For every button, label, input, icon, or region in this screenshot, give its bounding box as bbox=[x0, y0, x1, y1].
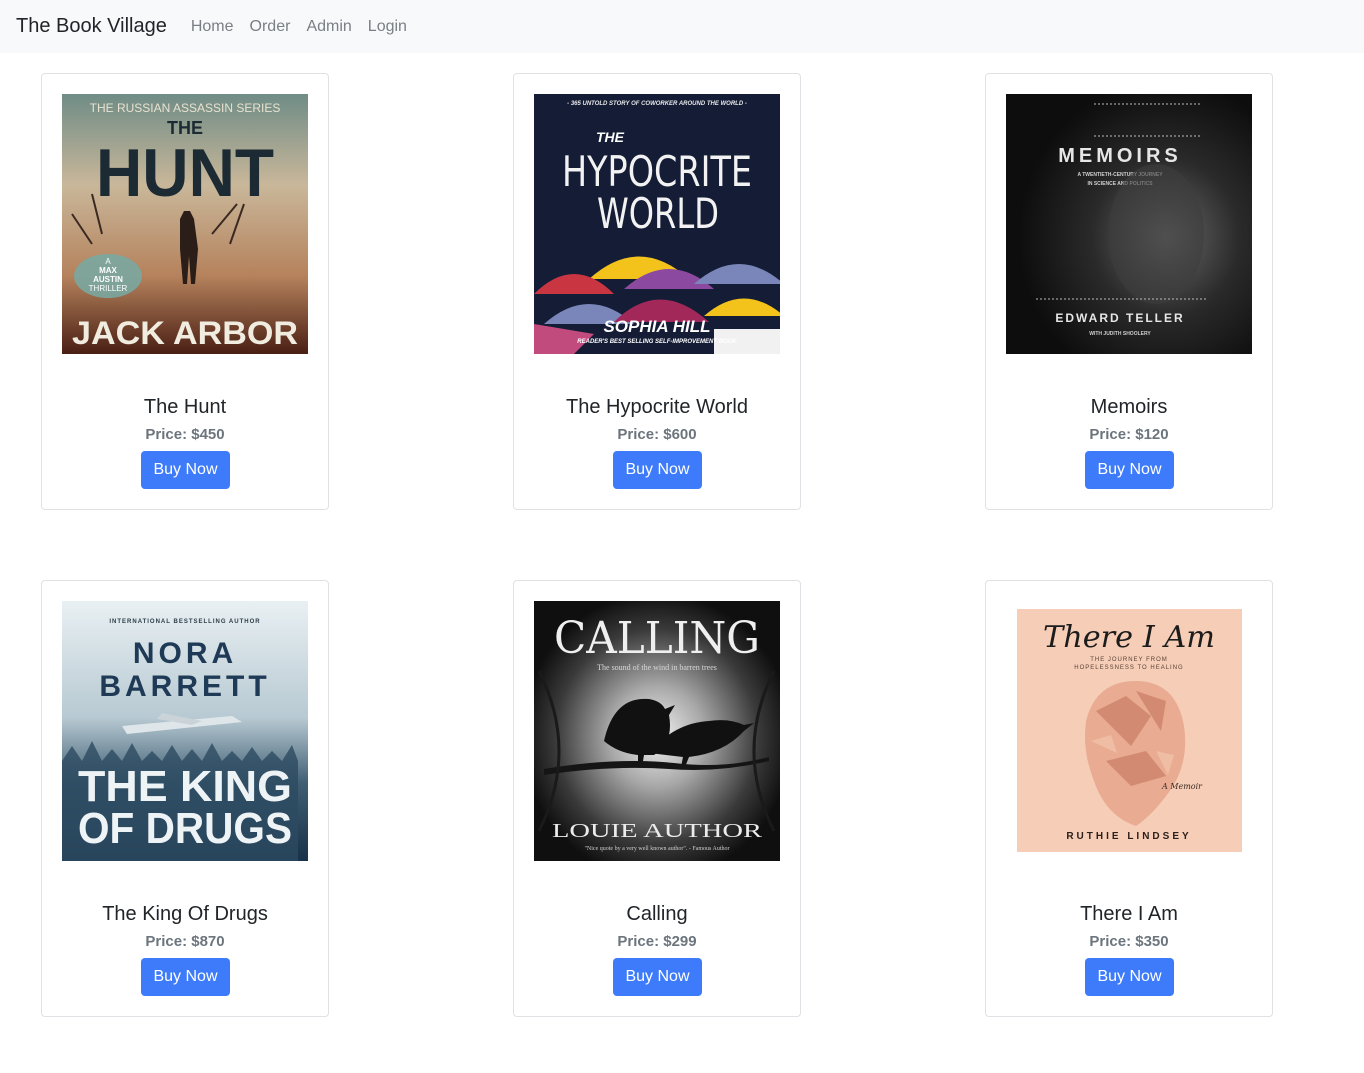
cover-title-text: There I Am bbox=[1043, 620, 1215, 655]
book-title: Memoirs bbox=[1090, 396, 1168, 418]
price-label: Price: bbox=[1089, 933, 1136, 950]
buy-now-button[interactable]: Buy Now bbox=[141, 451, 230, 489]
cover-top-text: INTERNATIONAL BESTSELLING AUTHOR bbox=[109, 619, 260, 625]
cover-art-the-king-of-drugs: INTERNATIONAL BESTSELLING AUTHOR NORA BA… bbox=[62, 601, 308, 861]
nav-link-admin[interactable]: Admin bbox=[306, 18, 351, 36]
book-card-the-king-of-drugs: INTERNATIONAL BESTSELLING AUTHOR NORA BA… bbox=[41, 580, 329, 1017]
cover-author-line-1: NORA bbox=[133, 637, 237, 670]
book-price: Price: $450 bbox=[42, 426, 328, 443]
cover-author-text: RUTHIE LINDSEY bbox=[1066, 831, 1191, 842]
price-value: $600 bbox=[663, 426, 697, 443]
buy-now-button[interactable]: Buy Now bbox=[1085, 958, 1174, 996]
cover-author-text: LOUIE AUTHOR bbox=[552, 820, 763, 842]
cover-title-text: MEMOIRS bbox=[1058, 145, 1182, 167]
cover-tagline-text: The sound of the wind in barren trees bbox=[597, 663, 717, 672]
price-value: $299 bbox=[663, 933, 697, 950]
cover-author-text: EDWARD TELLER bbox=[1055, 311, 1184, 325]
book-cover-image[interactable]: CALLING The sound of the wind in barren … bbox=[534, 601, 780, 861]
book-title: The Hunt bbox=[143, 396, 227, 418]
cover-badge-austin: AUSTIN bbox=[93, 275, 123, 284]
cover-sub-line-1: THE JOURNEY FROM bbox=[1090, 657, 1168, 663]
nav-link-order[interactable]: Order bbox=[250, 18, 291, 36]
cover-title-line-2: WORLD bbox=[597, 189, 719, 238]
buy-now-button[interactable]: Buy Now bbox=[613, 451, 702, 489]
book-cover-image[interactable]: There I Am THE JOURNEY FROM HOPELESSNESS… bbox=[1006, 601, 1252, 861]
book-cover-image[interactable]: MEMOIRS A TWENTIETH-CENTURY JOURNEY IN S… bbox=[1006, 94, 1252, 354]
brand-link[interactable]: The Book Village bbox=[16, 15, 167, 38]
cover-memoir-text: A Memoir bbox=[1161, 782, 1203, 791]
cover-title-text: CALLING bbox=[554, 613, 760, 664]
price-label: Price: bbox=[145, 426, 192, 443]
cover-title-line-2: OF DRUGS bbox=[78, 804, 292, 853]
book-price: Price: $120 bbox=[986, 426, 1272, 443]
book-title: The King Of Drugs bbox=[102, 903, 268, 925]
cover-author-line-2: BARRETT bbox=[99, 670, 270, 703]
book-price: Price: $870 bbox=[42, 933, 328, 950]
book-title: The Hypocrite World bbox=[566, 396, 748, 418]
cover-art-memoirs: MEMOIRS A TWENTIETH-CENTURY JOURNEY IN S… bbox=[1006, 94, 1252, 354]
price-label: Price: bbox=[145, 933, 192, 950]
price-label: Price: bbox=[617, 426, 664, 443]
price-value: $870 bbox=[191, 933, 225, 950]
buy-now-button[interactable]: Buy Now bbox=[613, 958, 702, 996]
cover-sub-text: READER'S BEST SELLING SELF-IMPROVEMENT B… bbox=[577, 339, 737, 345]
cover-author-text: SOPHIA HILL bbox=[603, 317, 710, 336]
book-price: Price: $299 bbox=[514, 933, 800, 950]
book-card-the-hypocrite-world: - 365 UNTOLD STORY OF COWORKER AROUND TH… bbox=[513, 73, 801, 510]
book-card-there-i-am: There I Am THE JOURNEY FROM HOPELESSNESS… bbox=[985, 580, 1273, 1017]
cover-art-there-i-am: There I Am THE JOURNEY FROM HOPELESSNESS… bbox=[1006, 601, 1252, 861]
cover-coauthor-text: WITH JUDITH SHOOLERY bbox=[1089, 331, 1151, 337]
buy-now-button[interactable]: Buy Now bbox=[1085, 451, 1174, 489]
cover-sub-line-2: HOPELESSNESS TO HEALING bbox=[1074, 665, 1183, 671]
price-label: Price: bbox=[1089, 426, 1136, 443]
nav-link-login[interactable]: Login bbox=[368, 18, 407, 36]
cover-art-the-hypocrite-world: - 365 UNTOLD STORY OF COWORKER AROUND TH… bbox=[534, 94, 780, 354]
book-cover-image[interactable]: INTERNATIONAL BESTSELLING AUTHOR NORA BA… bbox=[62, 601, 308, 861]
cover-series-text: THE RUSSIAN ASSASSIN SERIES bbox=[90, 101, 281, 115]
cover-badge-max: MAX bbox=[99, 266, 117, 275]
book-cover-image[interactable]: - 365 UNTOLD STORY OF COWORKER AROUND TH… bbox=[534, 94, 780, 354]
cover-author-text: JACK ARBOR bbox=[72, 315, 298, 351]
cover-badge-thriller: THRILLER bbox=[89, 284, 128, 293]
cover-art-the-hunt: THE RUSSIAN ASSASSIN SERIES THE HUNT A M… bbox=[62, 94, 308, 354]
book-title: There I Am bbox=[1080, 903, 1178, 925]
price-value: $120 bbox=[1135, 426, 1169, 443]
book-card-memoirs: MEMOIRS A TWENTIETH-CENTURY JOURNEY IN S… bbox=[985, 73, 1273, 510]
cover-quote-text: "Nice quote by a very well known author"… bbox=[584, 846, 729, 852]
buy-now-button[interactable]: Buy Now bbox=[141, 958, 230, 996]
book-cover-image[interactable]: THE RUSSIAN ASSASSIN SERIES THE HUNT A M… bbox=[62, 94, 308, 354]
book-card-calling: CALLING The sound of the wind in barren … bbox=[513, 580, 801, 1017]
book-price: Price: $600 bbox=[514, 426, 800, 443]
cover-art-calling: CALLING The sound of the wind in barren … bbox=[534, 601, 780, 861]
price-value: $350 bbox=[1135, 933, 1169, 950]
cover-tagline-text: - 365 UNTOLD STORY OF COWORKER AROUND TH… bbox=[567, 101, 747, 107]
book-price: Price: $350 bbox=[986, 933, 1272, 950]
book-title: Calling bbox=[626, 903, 688, 925]
navbar: The Book Village Home Order Admin Login bbox=[0, 0, 1364, 53]
book-card-the-hunt: THE RUSSIAN ASSASSIN SERIES THE HUNT A M… bbox=[41, 73, 329, 510]
cover-the-text: THE bbox=[596, 129, 625, 145]
cover-badge-a: A bbox=[105, 257, 111, 266]
price-label: Price: bbox=[617, 933, 664, 950]
nav-link-home[interactable]: Home bbox=[191, 18, 234, 36]
cover-title-text: HUNT bbox=[96, 135, 274, 211]
price-value: $450 bbox=[191, 426, 225, 443]
